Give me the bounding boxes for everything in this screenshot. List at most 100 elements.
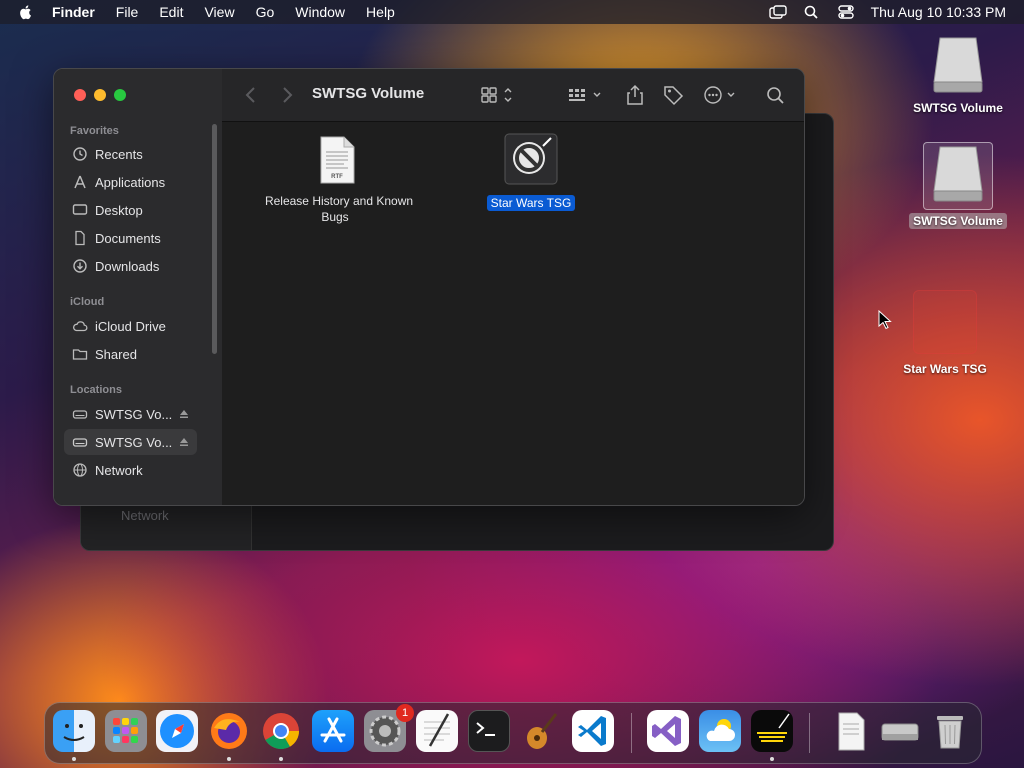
running-indicator xyxy=(227,757,231,761)
document-stack-icon xyxy=(838,712,865,751)
finder-sidebar: Favorites Recents Applications Desktop D… xyxy=(54,69,223,505)
finder-icon[interactable] xyxy=(53,710,95,752)
sidebar-scrollbar[interactable] xyxy=(212,124,217,354)
download-icon xyxy=(73,259,87,273)
sidebar-item-label: Network xyxy=(95,462,143,478)
menu-window[interactable]: Window xyxy=(295,4,345,20)
tag-icon[interactable] xyxy=(662,83,684,107)
file-release-history[interactable]: RTF Release History and Known Bugs xyxy=(256,136,418,225)
apple-menu-icon[interactable] xyxy=(18,4,34,20)
search-icon[interactable] xyxy=(765,83,787,107)
sidebar-item-label: iCloud Drive xyxy=(95,318,166,334)
menu-go[interactable]: Go xyxy=(256,4,275,20)
sidebar-item-label: Desktop xyxy=(95,202,143,218)
shared-folder-icon xyxy=(72,349,88,360)
firefox-icon[interactable] xyxy=(208,710,250,752)
visual-studio-logo-icon xyxy=(652,716,681,746)
launchpad-icon[interactable] xyxy=(105,710,147,752)
document-icon xyxy=(75,230,85,246)
dock: 1 xyxy=(44,702,982,764)
terminal-prompt-icon xyxy=(476,722,495,736)
vscode-icon[interactable] xyxy=(572,710,614,752)
view-grid-icon[interactable] xyxy=(480,83,516,107)
launchpad-grid-icon xyxy=(113,718,138,743)
eject-icon[interactable] xyxy=(179,409,189,419)
sidebar-item-swtsg-volume-selected[interactable]: SWTSG Vo... xyxy=(64,429,197,455)
forward-icon[interactable] xyxy=(280,83,294,107)
stage-manager-icon[interactable] xyxy=(768,5,787,19)
sidebar-item-shared[interactable]: Shared xyxy=(64,341,197,367)
desktop-icon-swtsg-volume-1[interactable]: SWTSG Volume xyxy=(904,34,1012,115)
sidebar-item-icloud-drive[interactable]: iCloud Drive xyxy=(64,313,197,339)
sidebar-item-recents[interactable]: Recents xyxy=(64,141,197,167)
safari-icon[interactable] xyxy=(156,710,198,752)
sidebar-item-desktop[interactable]: Desktop xyxy=(64,197,197,223)
finder-toolbar: SWTSG Volume xyxy=(222,69,804,122)
zoom-button[interactable] xyxy=(114,89,126,101)
minimize-button[interactable] xyxy=(94,89,106,101)
drive-icon xyxy=(72,438,88,447)
sun-cloud-icon xyxy=(706,719,735,741)
dock-separator xyxy=(631,713,632,753)
menu-view[interactable]: View xyxy=(204,4,234,20)
close-button[interactable] xyxy=(74,89,86,101)
desktop-icon-label: Star Wars TSG xyxy=(903,362,987,376)
sidebar-item-applications[interactable]: Applications xyxy=(64,169,197,195)
globe-icon xyxy=(73,463,87,477)
sidebar-section-locations: Locations xyxy=(70,384,122,396)
chrome-logo-icon xyxy=(263,713,299,750)
sidebar-item-label: Documents xyxy=(95,230,161,246)
background-sidebar-network: Network xyxy=(121,508,169,523)
menu-bar: Finder File Edit View Go Window Help Thu… xyxy=(0,0,1024,24)
share-icon[interactable] xyxy=(624,83,646,107)
control-center-icon[interactable] xyxy=(837,5,855,19)
notification-badge: 1 xyxy=(396,704,414,722)
star-wars-tsg-app-icon xyxy=(504,133,558,185)
applications-icon xyxy=(74,175,86,189)
sidebar-item-label: SWTSG Vo... xyxy=(95,406,173,422)
trash-icon[interactable] xyxy=(929,710,971,752)
drive-stack-icon xyxy=(881,723,919,741)
more-actions-icon[interactable] xyxy=(702,83,742,107)
running-indicator xyxy=(279,757,283,761)
desktop-icon-swtsg-volume-2[interactable]: SWTSG Volume xyxy=(904,142,1012,229)
desktop-icon-star-wars-tsg[interactable]: Star Wars TSG xyxy=(890,290,1000,376)
trash-can-icon xyxy=(937,716,963,749)
terminal-icon[interactable] xyxy=(468,710,510,752)
selection-frame xyxy=(923,142,993,210)
star-wars-tsg-icon xyxy=(913,290,977,354)
sidebar-item-label: Applications xyxy=(95,174,166,190)
eject-icon[interactable] xyxy=(179,437,189,447)
spotlight-search-icon[interactable] xyxy=(803,5,821,19)
visual-studio-icon[interactable] xyxy=(647,710,689,752)
sidebar-section-icloud: iCloud xyxy=(70,296,105,308)
sidebar-section-favorites: Favorites xyxy=(70,125,119,137)
running-indicator xyxy=(72,757,76,761)
textedit-icon[interactable] xyxy=(416,710,458,752)
back-icon[interactable] xyxy=(244,83,258,107)
desktop-icon-label: SWTSG Volume xyxy=(904,213,1012,229)
chrome-icon[interactable] xyxy=(260,710,302,752)
sidebar-item-downloads[interactable]: Downloads xyxy=(64,253,197,279)
weather-icon[interactable] xyxy=(699,710,741,752)
menu-edit[interactable]: Edit xyxy=(159,4,183,20)
menu-help[interactable]: Help xyxy=(366,4,395,20)
sidebar-item-label: SWTSG Vo... xyxy=(95,434,173,450)
file-star-wars-tsg[interactable]: Star Wars TSG xyxy=(484,132,578,211)
garageband-icon[interactable] xyxy=(520,710,562,752)
group-icon[interactable] xyxy=(567,83,607,107)
running-indicator xyxy=(770,757,774,761)
clock[interactable]: Thu Aug 10 10:33 PM xyxy=(871,4,1006,20)
rtf-document-icon[interactable] xyxy=(831,710,873,752)
dock-separator xyxy=(809,713,810,753)
system-settings-icon[interactable]: 1 xyxy=(364,704,414,752)
sidebar-item-swtsg-volume[interactable]: SWTSG Vo... xyxy=(64,401,197,427)
menu-finder[interactable]: Finder xyxy=(52,4,95,20)
star-wars-tsg-icon[interactable] xyxy=(751,710,793,752)
menu-file[interactable]: File xyxy=(116,4,139,20)
disk-image-icon[interactable] xyxy=(879,710,921,752)
sidebar-item-label: Recents xyxy=(95,146,143,162)
sidebar-item-documents[interactable]: Documents xyxy=(64,225,197,251)
sidebar-item-network[interactable]: Network xyxy=(64,457,197,483)
app-store-icon[interactable] xyxy=(312,710,354,752)
